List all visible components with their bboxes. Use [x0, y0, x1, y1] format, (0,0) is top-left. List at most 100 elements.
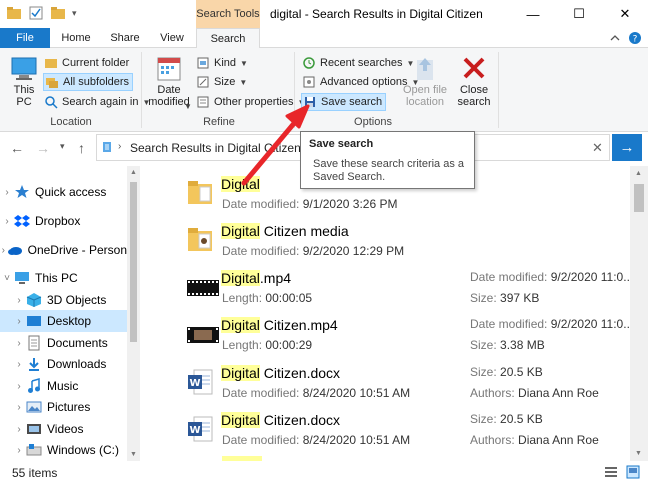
ribbon: This PC Current folder All subfolders Se… [0, 48, 648, 132]
breadcrumb-chevron-icon[interactable]: › [118, 141, 121, 152]
nav-item-3d-objects[interactable]: › 3D Objects [0, 289, 127, 311]
result-authors: Authors: Diana Ann Roe [470, 386, 599, 400]
chevron-down-icon: ▼ [184, 102, 192, 111]
tab-home[interactable]: Home [50, 28, 102, 48]
refine-group-label: Refine [203, 116, 235, 128]
nav-item-downloads[interactable]: › Downloads [0, 353, 127, 375]
nav-item-onedrive[interactable]: › OneDrive - Person [0, 239, 127, 261]
word-doc-icon: W [188, 416, 213, 442]
nav-item-this-pc[interactable]: ˅ This PC [0, 267, 127, 289]
back-arrow-icon[interactable]: ← [10, 140, 24, 156]
tab-view[interactable]: View [148, 28, 196, 48]
details-view-icon[interactable] [604, 465, 618, 479]
forward-arrow-icon[interactable]: → [36, 140, 50, 156]
quick-access-toolbar: ▾ [6, 5, 77, 21]
recent-searches-button[interactable]: Recent searches ▼ [302, 54, 414, 72]
other-properties-button[interactable]: Other properties ▼ [196, 93, 305, 111]
svg-text:W: W [189, 378, 200, 389]
recent-searches-icon [303, 57, 315, 69]
nav-item-music[interactable]: › Music [0, 375, 127, 397]
document-icon [28, 335, 40, 351]
chevron-right-icon[interactable]: › [12, 445, 26, 456]
minimize-button[interactable]: — [510, 0, 556, 28]
clear-search-icon[interactable]: ✕ [592, 140, 603, 156]
chevron-right-icon[interactable]: › [12, 295, 26, 306]
result-size: Size: 3.38 MB [470, 338, 545, 352]
scroll-up-icon[interactable]: ▲ [635, 170, 642, 177]
new-folder-icon[interactable] [50, 5, 66, 21]
current-folder-button[interactable]: Current folder [44, 54, 129, 72]
video-icon [27, 424, 41, 434]
this-pc-button[interactable]: This PC [8, 54, 40, 108]
result-detail: Date modified: 8/24/2020 10:51 AM [222, 433, 411, 447]
location-group-label: Location [50, 116, 92, 128]
search-results-list: Digital Date modified: 9/1/2020 3:26 PM … [140, 166, 630, 461]
size-button[interactable]: Size ▼ [196, 73, 247, 91]
chevron-right-icon[interactable]: › [0, 245, 7, 256]
navigation-pane: › Quick access › Dropbox › OneDrive - Pe… [0, 166, 140, 461]
nav-scroll-thumb[interactable] [130, 182, 137, 342]
list-item[interactable]: Digital Citizen.mp4 Length: 00:00:29 Dat… [140, 312, 630, 358]
star-icon [15, 185, 29, 198]
nav-pane-scrollbar[interactable]: ▲ ▼ [127, 166, 140, 461]
folder-app-icon[interactable] [6, 5, 22, 21]
tab-file[interactable]: File [0, 28, 50, 48]
nav-item-quick-access[interactable]: › Quick access [0, 181, 127, 203]
picture-icon [26, 401, 42, 413]
search-results-icon [103, 142, 111, 152]
recent-locations-chevron-icon[interactable]: ▾ [60, 141, 65, 152]
list-item[interactable]: Digital.mp4 Length: 00:00:05 Date modifi… [140, 265, 630, 311]
nav-item-dropbox[interactable]: › Dropbox [0, 210, 127, 232]
list-item[interactable]: W Digital Citizen.docx Date modified: 8/… [140, 407, 630, 453]
close-window-button[interactable]: ✕ [602, 0, 648, 28]
chevron-right-icon[interactable]: › [12, 402, 26, 413]
help-icon[interactable]: ? [628, 31, 642, 45]
address-path[interactable]: Search Results in Digital Citizen [130, 141, 301, 155]
scroll-up-icon[interactable]: ▲ [130, 169, 137, 176]
chevron-down-icon[interactable]: ˅ [0, 273, 14, 284]
result-size: Size: 20.5 KB [470, 365, 543, 379]
large-icons-view-icon[interactable] [626, 465, 640, 479]
open-file-location-button[interactable]: Open file location [402, 54, 448, 108]
cube-icon [26, 293, 42, 307]
chevron-right-icon[interactable]: › [0, 216, 14, 227]
save-search-button[interactable]: Save search [301, 93, 387, 111]
scroll-down-icon[interactable]: ▼ [635, 450, 642, 457]
chevron-up-icon[interactable] [608, 31, 622, 45]
chevron-right-icon[interactable]: › [0, 187, 14, 198]
all-subfolders-button[interactable]: All subfolders [43, 73, 134, 91]
nav-item-videos[interactable]: › Videos [0, 418, 127, 440]
nav-item-pictures[interactable]: › Pictures [0, 396, 127, 418]
chevron-right-icon[interactable]: › [12, 381, 26, 392]
tab-share[interactable]: Share [102, 28, 148, 48]
nav-item-desktop[interactable]: › Desktop [0, 310, 127, 332]
results-scrollbar[interactable]: ▲ ▼ [630, 166, 648, 461]
list-item[interactable]: Digital Citizen media Date modified: 9/2… [140, 218, 630, 264]
save-search-tooltip: Save search Save these search criteria a… [300, 131, 475, 189]
chevron-right-icon[interactable]: › [12, 338, 26, 349]
result-name: Digital Citizen media [221, 223, 349, 239]
list-item[interactable]: W Digital Citizen.docx Date modified: 8/… [140, 360, 630, 406]
up-arrow-icon[interactable]: ↑ [78, 140, 85, 156]
date-modified-button[interactable]: Date modified [146, 54, 192, 108]
arrow-right-icon: → [619, 139, 635, 156]
result-size: Size: 397 KB [470, 291, 540, 305]
size-icon [197, 76, 209, 88]
search-go-button[interactable]: → [612, 134, 642, 161]
result-name: Digital [221, 176, 260, 192]
chevron-right-icon[interactable]: › [12, 424, 26, 435]
results-scroll-thumb[interactable] [634, 184, 644, 212]
scroll-down-icon[interactable]: ▼ [130, 451, 137, 458]
close-search-button[interactable]: Close search [454, 54, 494, 108]
nav-item-windows-c[interactable]: › Windows (C:) [0, 439, 127, 461]
maximize-button[interactable]: ☐ [556, 0, 602, 28]
kind-button[interactable]: Kind ▼ [196, 54, 248, 72]
chevron-right-icon[interactable]: › [12, 359, 26, 370]
nav-item-documents[interactable]: › Documents [0, 332, 127, 354]
search-again-in-button[interactable]: Search again in ▼ [44, 93, 150, 111]
tab-search[interactable]: Search [196, 28, 260, 49]
tooltip-description: Save these search criteria as a Saved Se… [313, 158, 465, 183]
properties-icon[interactable] [28, 5, 44, 21]
chevron-right-icon[interactable]: › [12, 316, 26, 327]
customize-qat-chevron-icon[interactable]: ▾ [72, 8, 77, 19]
